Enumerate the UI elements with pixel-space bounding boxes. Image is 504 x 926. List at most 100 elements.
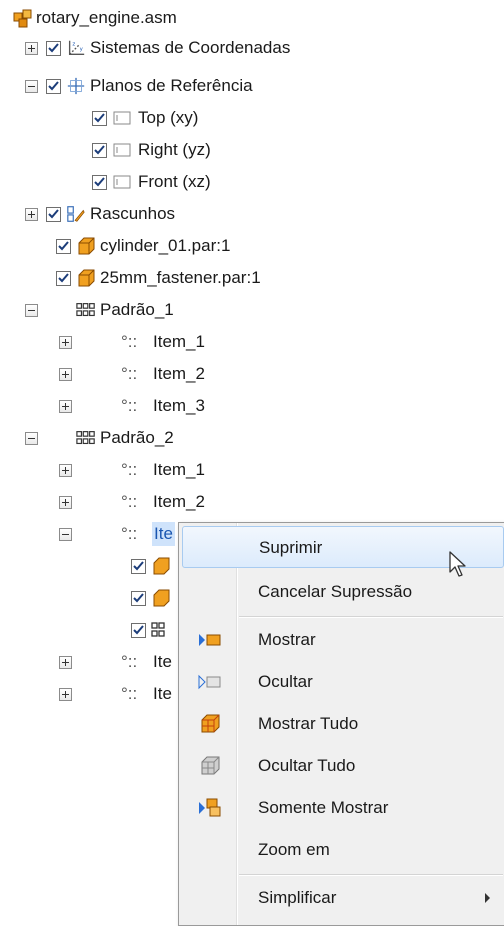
visibility-checkbox[interactable] — [56, 271, 71, 286]
pattern-item-icon: °:: — [121, 684, 138, 703]
plane-icon — [113, 143, 131, 157]
tree-item-pattern-2-item-2[interactable]: °:: Item_2 — [0, 490, 260, 514]
svg-text:y: y — [80, 47, 84, 53]
reference-planes-icon — [67, 77, 85, 95]
tree-item-part-fastener[interactable]: 25mm_fastener.par:1 — [0, 266, 340, 290]
tree-item-label: Right (yz) — [138, 140, 211, 159]
show-icon — [199, 634, 221, 646]
expand-icon[interactable] — [25, 208, 38, 221]
visibility-checkbox[interactable] — [46, 79, 61, 94]
tree-item-child-part[interactable] — [0, 586, 178, 610]
menu-item-show[interactable]: Mostrar — [182, 619, 504, 661]
pattern-item-icon: °:: — [121, 460, 138, 479]
part-icon — [78, 269, 95, 287]
visibility-checkbox[interactable] — [46, 41, 61, 56]
pattern-item-icon: °:: — [121, 524, 138, 543]
tree-item-label: Item_1 — [153, 460, 205, 479]
coordinate-system-icon: z y — [68, 40, 85, 56]
menu-item-label: Mostrar Tudo — [258, 714, 359, 733]
collapse-icon[interactable] — [25, 80, 38, 93]
tree-item-reference-planes[interactable]: Planos de Referência — [0, 74, 400, 98]
visibility-checkbox[interactable] — [92, 111, 107, 126]
tree-item-pattern-2-item-4[interactable]: °:: Ite — [0, 650, 178, 674]
expand-icon[interactable] — [59, 336, 72, 349]
tree-item-label: cylinder_01.par:1 — [100, 236, 231, 255]
tree-item-part-cylinder[interactable]: cylinder_01.par:1 — [0, 234, 320, 258]
menu-item-simplify[interactable]: Simplificar — [182, 877, 504, 919]
menu-item-hide-all[interactable]: Ocultar Tudo — [182, 745, 504, 787]
visibility-checkbox[interactable] — [46, 207, 61, 222]
expand-icon[interactable] — [59, 688, 72, 701]
visibility-checkbox[interactable] — [131, 559, 146, 574]
menu-item-zoom[interactable]: Zoom em — [182, 829, 504, 871]
tree-item-pattern-2[interactable]: Padrão_2 — [0, 426, 260, 450]
pattern-item-icon: °:: — [121, 364, 138, 383]
tree-root[interactable]: rotary_engine.asm — [0, 6, 300, 30]
collapse-icon[interactable] — [25, 432, 38, 445]
expand-icon[interactable] — [59, 400, 72, 413]
tree-item-coordinate-systems[interactable]: z y Sistemas de Coordenadas — [0, 36, 420, 60]
tree-item-sketches[interactable]: Rascunhos — [0, 202, 300, 226]
tree-item-label: Front (xz) — [138, 172, 211, 191]
menu-item-label: Simplificar — [258, 888, 337, 907]
visibility-checkbox[interactable] — [131, 591, 146, 606]
tree-item-label: Ite — [153, 652, 172, 671]
tree-item-plane-front[interactable]: Front (xz) — [0, 170, 300, 194]
tree-item-pattern-2-item-3[interactable]: °:: Ite — [0, 522, 180, 546]
collapse-icon[interactable] — [25, 304, 38, 317]
tree-item-pattern-1-item-2[interactable]: °:: Item_2 — [0, 362, 260, 386]
tree-item-child-part[interactable] — [0, 554, 178, 578]
menu-item-hide[interactable]: Ocultar — [182, 661, 504, 703]
tree-item-pattern-2-item-1[interactable]: °:: Item_1 — [0, 458, 260, 482]
expand-icon[interactable] — [59, 368, 72, 381]
tree-item-label: Padrão_1 — [100, 300, 174, 319]
menu-item-label: Ocultar Tudo — [258, 756, 356, 775]
context-menu: Suprimir Cancelar Supressão Mostrar Ocul… — [178, 522, 504, 926]
tree-item-pattern-1-item-3[interactable]: °:: Item_3 — [0, 394, 260, 418]
tree-item-plane-right[interactable]: Right (yz) — [0, 138, 300, 162]
sketch-icon — [67, 206, 85, 222]
tree-item-label: Rascunhos — [90, 204, 176, 223]
expand-icon[interactable] — [59, 496, 72, 509]
expand-icon[interactable] — [59, 464, 72, 477]
part-icon — [78, 237, 95, 255]
expand-icon[interactable] — [25, 42, 38, 55]
menu-item-label: Mostrar — [258, 630, 316, 649]
pattern-item-icon: °:: — [121, 652, 138, 671]
mouse-cursor-icon — [449, 551, 466, 577]
submenu-arrow-icon — [485, 893, 490, 903]
menu-item-label: Suprimir — [259, 538, 323, 557]
tree-item-label: Sistemas de Coordenadas — [90, 38, 291, 57]
part-icon — [153, 589, 170, 607]
tree-item-plane-top[interactable]: Top (xy) — [0, 106, 300, 130]
tree-item-label: Item_1 — [153, 332, 205, 351]
menu-item-show-only[interactable]: Somente Mostrar — [182, 787, 504, 829]
plane-icon — [113, 111, 131, 125]
pattern-item-icon: °:: — [121, 396, 138, 415]
tree-root-label: rotary_engine.asm — [36, 8, 177, 27]
tree-item-pattern-1[interactable]: Padrão_1 — [0, 298, 260, 322]
visibility-checkbox[interactable] — [92, 175, 107, 190]
collapse-icon[interactable] — [59, 528, 72, 541]
pattern-icon — [76, 303, 95, 317]
tree-item-pattern-1-item-1[interactable]: °:: Item_1 — [0, 330, 260, 354]
visibility-checkbox[interactable] — [56, 239, 71, 254]
tree-item-child-pattern[interactable] — [0, 618, 178, 642]
pattern-item-icon: °:: — [121, 332, 138, 351]
svg-text:z: z — [72, 41, 75, 47]
tree-item-label: 25mm_fastener.par:1 — [100, 268, 261, 287]
menu-item-label: Ocultar — [258, 672, 313, 691]
pattern-item-icon: °:: — [121, 492, 138, 511]
menu-item-label: Cancelar Supressão — [258, 582, 413, 601]
tree-item-pattern-2-item-5[interactable]: °:: Ite — [0, 682, 178, 706]
menu-item-label: Somente Mostrar — [258, 798, 389, 817]
expand-icon[interactable] — [59, 656, 72, 669]
visibility-checkbox[interactable] — [131, 623, 146, 638]
tree-item-label: Planos de Referência — [90, 76, 253, 95]
tree-item-label: Ite — [153, 684, 172, 703]
pattern-icon — [151, 622, 165, 637]
visibility-checkbox[interactable] — [92, 143, 107, 158]
menu-item-show-all[interactable]: Mostrar Tudo — [182, 703, 504, 745]
menu-item-label: Zoom em — [258, 840, 330, 859]
tree-item-label: Item_2 — [153, 364, 205, 383]
